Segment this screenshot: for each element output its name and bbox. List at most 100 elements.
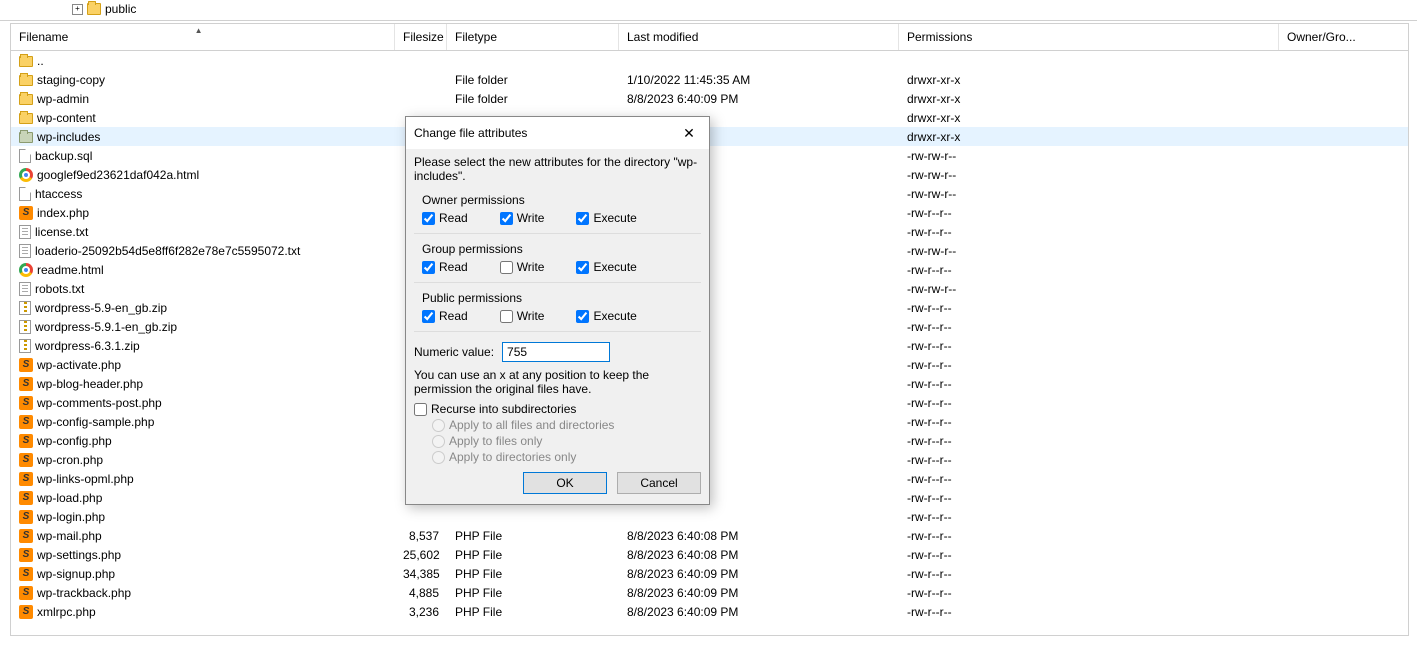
sublime-icon bbox=[19, 529, 33, 543]
table-row[interactable]: wp-signup.php34,385PHP File8/8/2023 6:40… bbox=[11, 564, 1408, 583]
sublime-icon bbox=[19, 472, 33, 486]
public-write-checkbox[interactable]: Write bbox=[500, 309, 545, 323]
numeric-value-input[interactable] bbox=[502, 342, 610, 362]
filetype-text: PHP File bbox=[447, 586, 619, 600]
filetype-text: PHP File bbox=[447, 567, 619, 581]
public-permissions-group: Public permissions Read Write Execute bbox=[414, 287, 701, 332]
sublime-icon bbox=[19, 396, 33, 410]
permissions-text: -rw-r--r-- bbox=[899, 434, 1279, 448]
col-permissions[interactable]: Permissions bbox=[899, 24, 1279, 50]
zip-icon bbox=[19, 301, 31, 315]
folder-icon bbox=[19, 94, 33, 105]
ok-button[interactable]: OK bbox=[523, 472, 607, 494]
close-icon[interactable]: ✕ bbox=[677, 123, 701, 143]
filename-text: wp-config.php bbox=[37, 434, 112, 448]
apply-dirs-radio: Apply to directories only bbox=[432, 450, 701, 464]
table-row[interactable]: wp-login.php-rw-r--r-- bbox=[11, 507, 1408, 526]
permissions-text: -rw-r--r-- bbox=[899, 225, 1279, 239]
owner-read-checkbox[interactable]: Read bbox=[422, 211, 468, 225]
table-row[interactable]: .. bbox=[11, 51, 1408, 70]
permissions-text: -rw-r--r-- bbox=[899, 510, 1279, 524]
group-read-checkbox[interactable]: Read bbox=[422, 260, 468, 274]
permissions-text: -rw-rw-r-- bbox=[899, 187, 1279, 201]
permissions-text: -rw-r--r-- bbox=[899, 472, 1279, 486]
filesize-text: 34,385 bbox=[395, 567, 447, 581]
owner-permissions-group: Owner permissions Read Write Execute bbox=[414, 189, 701, 234]
filename-text: wp-activate.php bbox=[37, 358, 121, 372]
filename-text: wp-admin bbox=[37, 92, 89, 106]
group-write-checkbox[interactable]: Write bbox=[500, 260, 545, 274]
col-filename[interactable]: Filename▲ bbox=[11, 24, 395, 50]
group-execute-checkbox[interactable]: Execute bbox=[576, 260, 636, 274]
change-attributes-dialog: Change file attributes ✕ Please select t… bbox=[405, 116, 710, 505]
permissions-text: -rw-r--r-- bbox=[899, 605, 1279, 619]
table-row[interactable]: wp-adminFile folder8/8/2023 6:40:09 PMdr… bbox=[11, 89, 1408, 108]
dialog-buttons: OK Cancel bbox=[414, 466, 701, 494]
table-row[interactable]: staging-copyFile folder1/10/2022 11:45:3… bbox=[11, 70, 1408, 89]
lastmodified-text: 8/8/2023 6:40:09 PM bbox=[619, 567, 899, 581]
filename-text: staging-copy bbox=[37, 73, 105, 87]
sublime-icon bbox=[19, 510, 33, 524]
table-row[interactable]: wp-mail.php8,537PHP File8/8/2023 6:40:08… bbox=[11, 526, 1408, 545]
sublime-icon bbox=[19, 586, 33, 600]
filename-text: wp-includes bbox=[37, 130, 100, 144]
file-icon bbox=[19, 187, 31, 201]
sublime-icon bbox=[19, 206, 33, 220]
dialog-body: Please select the new attributes for the… bbox=[406, 149, 709, 504]
filename-text: wp-cron.php bbox=[37, 453, 103, 467]
filetype-text: PHP File bbox=[447, 529, 619, 543]
folder-icon bbox=[87, 3, 101, 15]
group-label: Group permissions bbox=[422, 242, 701, 256]
permissions-text: -rw-r--r-- bbox=[899, 301, 1279, 315]
filename-text: backup.sql bbox=[35, 149, 92, 163]
recurse-checkbox[interactable]: Recurse into subdirectories bbox=[414, 402, 701, 416]
lastmodified-text: 8/8/2023 6:40:08 PM bbox=[619, 529, 899, 543]
table-row[interactable]: wp-trackback.php4,885PHP File8/8/2023 6:… bbox=[11, 583, 1408, 602]
dialog-titlebar[interactable]: Change file attributes ✕ bbox=[406, 117, 709, 149]
text-icon bbox=[19, 225, 31, 239]
sublime-icon bbox=[19, 548, 33, 562]
permissions-text: -rw-rw-r-- bbox=[899, 149, 1279, 163]
filename-text: wp-comments-post.php bbox=[37, 396, 162, 410]
permissions-text: -rw-r--r-- bbox=[899, 529, 1279, 543]
permissions-text: -rw-rw-r-- bbox=[899, 168, 1279, 182]
sublime-icon bbox=[19, 358, 33, 372]
table-row[interactable]: xmlrpc.php3,236PHP File8/8/2023 6:40:09 … bbox=[11, 602, 1408, 621]
cancel-button[interactable]: Cancel bbox=[617, 472, 701, 494]
public-execute-checkbox[interactable]: Execute bbox=[576, 309, 636, 323]
tree-expand-icon[interactable]: + bbox=[72, 4, 83, 15]
filename-text: wordpress-5.9.1-en_gb.zip bbox=[35, 320, 177, 334]
permissions-text: -rw-r--r-- bbox=[899, 358, 1279, 372]
zip-icon bbox=[19, 339, 31, 353]
filename-text: xmlrpc.php bbox=[37, 605, 96, 619]
zip-icon bbox=[19, 320, 31, 334]
lastmodified-text: 1/10/2022 11:45:35 AM bbox=[619, 73, 899, 87]
public-label: Public permissions bbox=[422, 291, 701, 305]
folder-icon bbox=[19, 113, 33, 124]
filename-text: license.txt bbox=[35, 225, 88, 239]
tree-node-public[interactable]: + public bbox=[0, 0, 1417, 18]
permissions-text: -rw-r--r-- bbox=[899, 339, 1279, 353]
permissions-text: -rw-r--r-- bbox=[899, 567, 1279, 581]
filename-text: wordpress-6.3.1.zip bbox=[35, 339, 140, 353]
col-filetype[interactable]: Filetype bbox=[447, 24, 619, 50]
group-permissions-group: Group permissions Read Write Execute bbox=[414, 238, 701, 283]
apply-all-radio: Apply to all files and directories bbox=[432, 418, 701, 432]
chrome-icon bbox=[19, 168, 33, 182]
owner-write-checkbox[interactable]: Write bbox=[500, 211, 545, 225]
table-row[interactable]: wp-settings.php25,602PHP File8/8/2023 6:… bbox=[11, 545, 1408, 564]
folder-icon bbox=[19, 75, 33, 86]
col-filesize[interactable]: Filesize bbox=[395, 24, 447, 50]
public-read-checkbox[interactable]: Read bbox=[422, 309, 468, 323]
owner-execute-checkbox[interactable]: Execute bbox=[576, 211, 636, 225]
folder-sel-icon bbox=[19, 132, 33, 143]
sublime-icon bbox=[19, 377, 33, 391]
permissions-text: -rw-rw-r-- bbox=[899, 282, 1279, 296]
filename-text: wp-blog-header.php bbox=[37, 377, 143, 391]
col-lastmodified[interactable]: Last modified bbox=[619, 24, 899, 50]
filename-text: index.php bbox=[37, 206, 89, 220]
col-ownergroup[interactable]: Owner/Gro... bbox=[1279, 24, 1408, 50]
filename-text: .. bbox=[37, 54, 44, 68]
permissions-text: -rw-r--r-- bbox=[899, 415, 1279, 429]
filename-text: wordpress-5.9-en_gb.zip bbox=[35, 301, 167, 315]
